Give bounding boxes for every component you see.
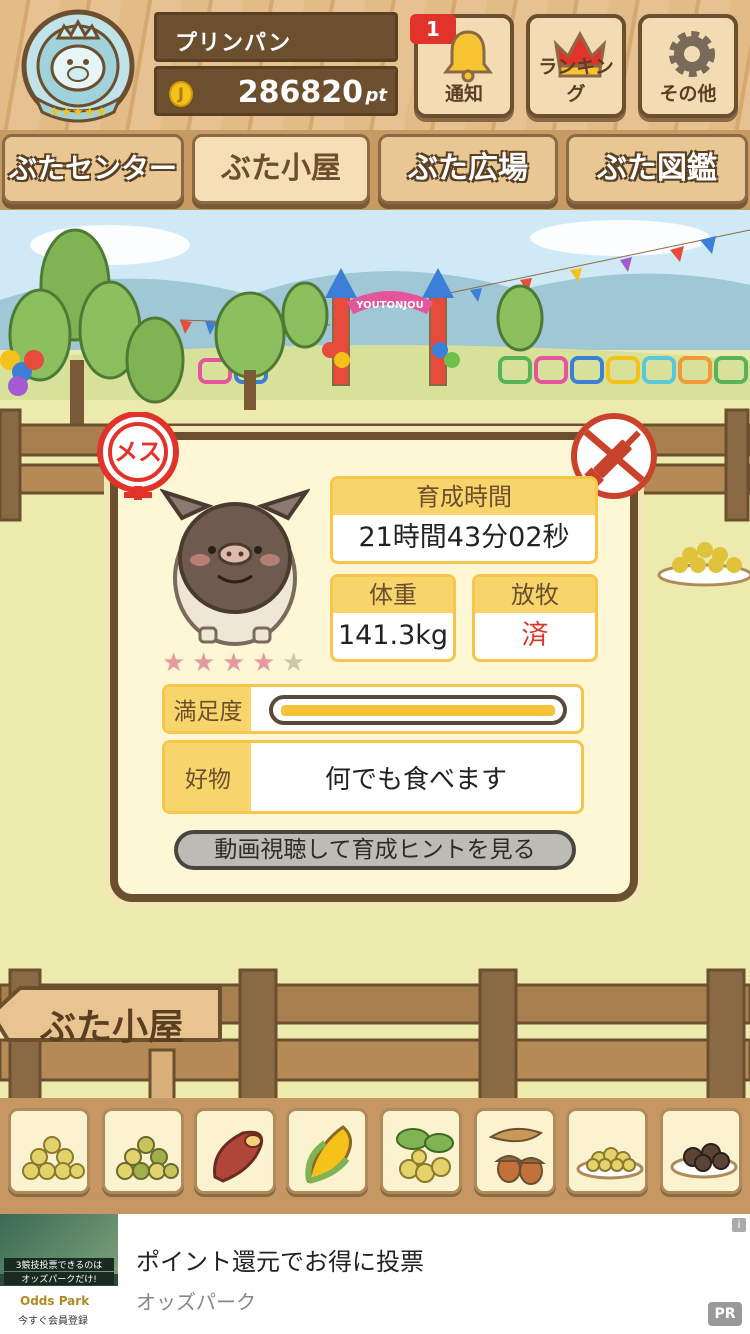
food-slot-mixed-beans[interactable] [102,1108,184,1194]
food-slot-corn[interactable] [286,1108,368,1194]
avatar-badge[interactable]: ★★★★★ [14,8,142,126]
user-name: プリンパン [175,31,292,56]
food-slot-bean-plate[interactable] [566,1108,648,1194]
satisfaction-label: 満足度 [165,687,251,731]
ad-title[interactable]: ポイント還元でお得に投票 [136,1242,424,1277]
raising-time-value: 21時間43分02秒 [358,522,570,553]
weight-label: 体重 [333,577,453,613]
favorite-food-row: 好物 何でも食べます [162,740,584,814]
raising-time-label: 育成時間 [333,479,595,515]
tab-buta-zukan[interactable]: ぶた図鑑 [566,134,748,204]
pig-crown-badge-icon: ★★★★★ [21,9,135,123]
corn-icon [305,1125,352,1184]
points-value: 286820 [237,75,363,110]
ad-image-text-2: オッズパークだけ! [4,1272,114,1285]
points-unit: pt [365,85,388,106]
notification-label: 通知 [444,83,483,105]
points-box: J 286820 pt [154,66,398,116]
food-bar [0,1098,750,1214]
food-slot-beans[interactable] [8,1108,90,1194]
food-slot-acorn[interactable] [474,1108,556,1194]
user-name-box: プリンパン [154,12,398,62]
ad-image[interactable]: 3競技投票できるのは オッズパークだけ! Odds Park 今すぐ会員登録 [0,1214,118,1334]
satisfaction-row: 満足度 [162,684,584,734]
sign-board-label: ぶた小屋 [40,1007,185,1048]
dark-pig-icon [159,488,311,646]
ad-image-text-1: 3競技投票できるのは [4,1258,114,1271]
tab-buta-goya[interactable]: ぶた小屋 [192,134,370,204]
raising-time-box: 育成時間 21時間43分02秒 [330,476,598,564]
gender-label: メス [114,438,162,466]
mixed-beans-icon [116,1136,179,1180]
food-slot-sweet-potato[interactable] [194,1108,276,1194]
ad-pr-badge: PR [708,1302,742,1326]
favorite-food-label: 好物 [165,743,251,811]
beans-icon [22,1136,85,1180]
ranking-button[interactable]: ランキング [526,14,626,118]
ad-image-cta: 今すぐ会員登録 [18,1316,88,1327]
food-slot-ginkgo[interactable] [380,1108,462,1194]
gate-sign-text: YOUTONJOU [355,300,424,311]
grazing-value: 済 [521,620,549,651]
notification-button[interactable]: 1 通知 [410,14,514,118]
star-filled-icon: ★ [252,648,276,678]
bell-icon [443,30,493,83]
grazing-label: 放牧 [475,577,595,613]
ad-banner[interactable]: 3競技投票できるのは オッズパークだけ! Odds Park 今すぐ会員登録 ポ… [0,1214,750,1334]
satisfaction-fill [281,705,555,716]
dark-balls-plate-icon [670,1143,738,1179]
weight-value: 141.3kg [337,620,449,651]
favorite-food-value: 何でも食べます [324,764,507,795]
ad-subtitle: オッズパーク [136,1290,256,1314]
star-filled-icon: ★ [222,648,246,678]
other-button[interactable]: その他 [638,14,738,118]
grazing-box: 放牧 済 [472,574,598,662]
pig-character[interactable] [159,478,311,648]
star-filled-icon: ★ [162,648,186,678]
sweet-potato-icon [213,1130,264,1183]
coin-icon: J [169,81,193,107]
star-filled-icon: ★ [192,648,216,678]
star-empty-icon: ★ [282,648,306,678]
tab-bar: ぶたセンター ぶた小屋 ぶた広場 ぶた図鑑 [0,130,750,210]
acorn-icon [488,1127,546,1185]
svg-text:★★★★★: ★★★★★ [49,105,107,120]
ginkgo-icon [396,1128,454,1183]
food-slot-dark-balls[interactable] [660,1108,742,1194]
ad-info-icon[interactable]: i [732,1218,746,1232]
satisfaction-bar [269,695,567,725]
gear-icon [669,31,715,77]
bean-plate-icon [576,1147,644,1180]
weight-box: 体重 141.3kg [330,574,456,662]
tab-buta-hiroba[interactable]: ぶた広場 [378,134,558,204]
ranking-label: ランキング [538,56,614,105]
other-label: その他 [659,83,717,105]
tab-buta-center[interactable]: ぶたセンター [2,134,184,204]
ad-image-brand: Odds Park [20,1294,90,1308]
watch-video-hint-button[interactable]: 動画視聴して育成ヒントを見る [174,830,576,870]
